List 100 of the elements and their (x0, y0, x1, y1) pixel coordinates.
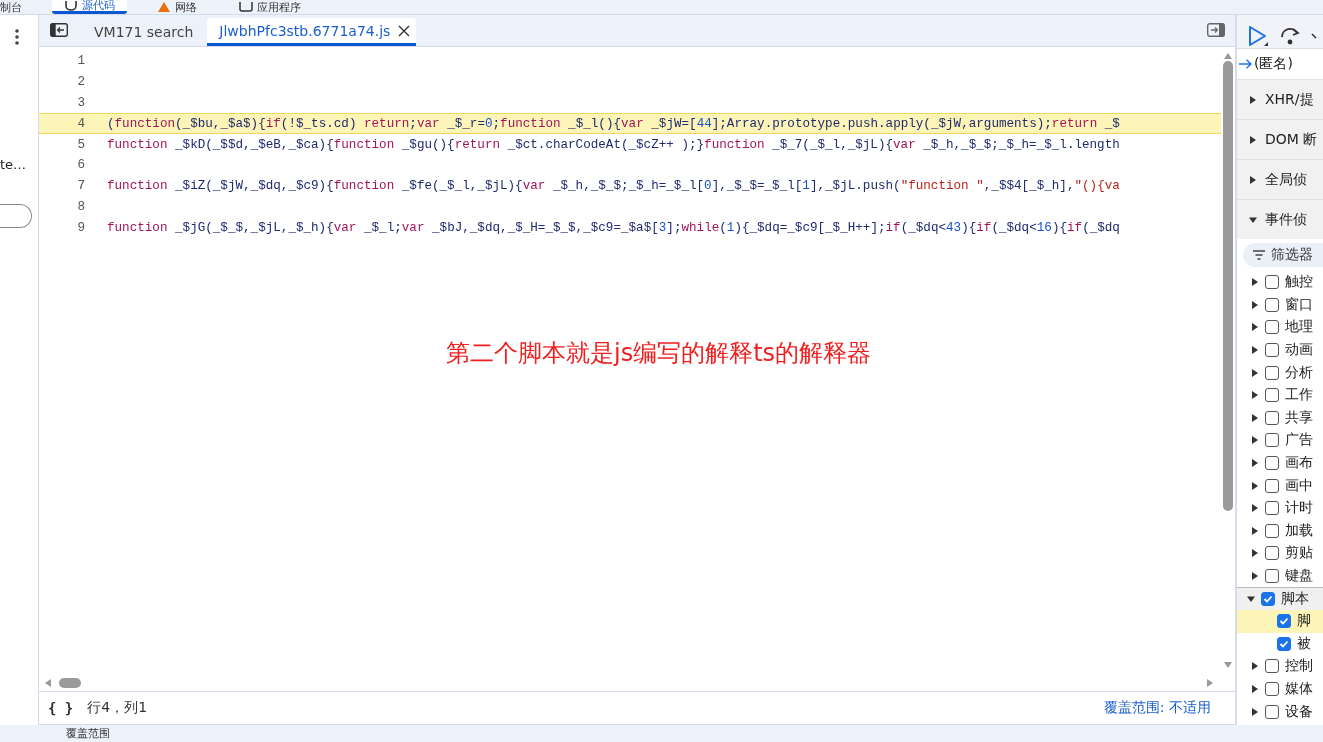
panel-tab[interactable]: 网络 (145, 0, 209, 14)
triangle-icon[interactable] (1251, 572, 1259, 580)
listener-label: 共享 (1285, 408, 1313, 427)
checkbox[interactable] (1265, 523, 1279, 538)
listener-item[interactable]: 脚本 (1237, 587, 1323, 610)
triangle-icon[interactable] (1251, 391, 1259, 400)
call-frame[interactable]: (匿名) (1237, 49, 1323, 79)
checkbox[interactable] (1265, 704, 1279, 719)
checkbox[interactable] (1265, 682, 1279, 696)
checkbox[interactable] (1265, 501, 1279, 516)
scrollbar-thumb[interactable] (1223, 61, 1233, 511)
triangle-icon[interactable] (1251, 662, 1259, 671)
checkbox[interactable] (1265, 433, 1279, 448)
panel-toggle-icon[interactable] (1207, 23, 1225, 37)
check-icon (1279, 638, 1289, 649)
listener-item[interactable]: 画中 (1237, 474, 1323, 497)
scroll-down-icon[interactable] (1224, 662, 1232, 668)
triangle-icon[interactable] (1247, 595, 1255, 604)
listener-item[interactable]: 触控 (1237, 271, 1323, 294)
checkbox[interactable] (1265, 365, 1279, 380)
drawer-tab[interactable]: 覆盖范围 (66, 727, 110, 740)
listener-item[interactable]: 工作 (1237, 383, 1323, 407)
triangle-icon[interactable] (1251, 526, 1259, 535)
listener-item[interactable]: 加载 (1237, 519, 1323, 543)
panel-tab[interactable]: 源代码 (52, 0, 127, 14)
checkbox[interactable] (1261, 592, 1275, 607)
listener-label: 脚 (1297, 612, 1311, 631)
listener-item[interactable]: 动画 (1237, 338, 1323, 362)
listener-label: 广告 (1285, 431, 1313, 450)
sidebar-toggle-icon[interactable] (50, 23, 68, 37)
triangle-icon[interactable] (1251, 368, 1259, 377)
listener-item[interactable]: 媒体 (1237, 677, 1323, 701)
triangle-icon[interactable] (1251, 481, 1259, 490)
checkbox[interactable] (1265, 320, 1279, 335)
triangle-icon[interactable] (1251, 346, 1259, 355)
listener-item[interactable]: 键盘 (1237, 564, 1323, 588)
triangle-icon[interactable] (1251, 707, 1259, 716)
scroll-left-icon[interactable] (45, 678, 51, 687)
checkbox[interactable] (1277, 636, 1291, 651)
listener-item[interactable]: 脚 (1237, 609, 1323, 633)
triangle-icon[interactable] (1251, 436, 1259, 445)
listener-item[interactable]: 共享 (1237, 406, 1323, 430)
listener-item[interactable]: 窗口 (1237, 293, 1323, 317)
panel-tab[interactable]: 应用程序 (227, 0, 313, 14)
triangle-icon[interactable] (1251, 300, 1259, 309)
listener-label: 画中 (1285, 476, 1313, 495)
section-header[interactable]: DOM 断 (1237, 119, 1323, 159)
more-menu-icon[interactable] (15, 29, 19, 45)
listener-label: 计时 (1285, 499, 1313, 518)
listener-item[interactable]: 计时 (1237, 496, 1323, 520)
triangle-icon[interactable] (1251, 323, 1259, 332)
triangle-icon[interactable] (1251, 685, 1259, 693)
listener-item[interactable]: 分析 (1237, 361, 1323, 384)
code-line: function _$jG(_$_$,_$jL,_$_h){var _$_l;var _$bJ,_$dq,_$_H=_$_$,_$c9=_$a$[3];while(1){_$dq=_$c9[_$_H++];if(_$dq<43){if(_$dq<16){if(_$dq (107, 220, 1120, 235)
listener-label: 窗口 (1285, 295, 1313, 314)
listener-item[interactable]: 控制 (1237, 655, 1323, 678)
triangle-icon[interactable] (1251, 504, 1259, 513)
scroll-right-icon[interactable] (1207, 678, 1213, 687)
checkbox[interactable] (1265, 456, 1279, 471)
listener-label: 地理 (1285, 318, 1313, 337)
cursor-position: 行4，列1 (87, 699, 148, 717)
line-number: 3 (76, 96, 86, 110)
checkbox[interactable] (1265, 388, 1279, 403)
triangle-icon[interactable] (1251, 413, 1259, 422)
close-icon[interactable] (398, 24, 411, 37)
section-header[interactable]: XHR/提 (1237, 79, 1323, 119)
listener-label: 被 (1297, 634, 1311, 653)
check-icon (1263, 594, 1273, 605)
coverage-link[interactable]: 覆盖范围: 不适用 (1103, 699, 1211, 717)
listener-item[interactable]: 剪贴 (1237, 542, 1323, 565)
checkbox[interactable] (1265, 275, 1279, 290)
checkbox[interactable] (1265, 659, 1279, 674)
listener-item[interactable]: 广告 (1237, 429, 1323, 452)
file-tab[interactable]: JlwbhPfc3stb.6771a74.js (207, 18, 417, 46)
triangle-icon[interactable] (1251, 278, 1259, 287)
listener-item[interactable]: 被 (1237, 632, 1323, 656)
section-header[interactable]: 事件侦 (1237, 199, 1323, 239)
filter-field[interactable]: 筛选器 (1243, 243, 1323, 267)
scroll-up-icon[interactable] (1224, 53, 1232, 59)
listener-label: 工作 (1285, 386, 1313, 405)
listener-item[interactable]: 地理 (1237, 316, 1323, 339)
checkbox[interactable] (1277, 614, 1291, 629)
checkbox[interactable] (1265, 569, 1279, 583)
checkbox[interactable] (1265, 343, 1279, 358)
listener-item[interactable]: 画布 (1237, 451, 1323, 475)
pretty-print-button[interactable]: { } (48, 700, 74, 716)
checkbox[interactable] (1265, 546, 1279, 561)
resume-icon[interactable] (1247, 24, 1269, 47)
scrollbar-thumb[interactable] (59, 677, 81, 688)
triangle-icon (1249, 95, 1257, 104)
section-header[interactable]: 全局侦 (1237, 159, 1323, 199)
listener-item[interactable]: 设备 (1237, 700, 1323, 723)
triangle-icon[interactable] (1251, 459, 1259, 468)
checkbox[interactable] (1265, 478, 1279, 493)
warning-icon (157, 2, 171, 12)
triangle-icon[interactable] (1251, 549, 1259, 558)
panel-tab[interactable]: 制台 (0, 0, 34, 14)
file-tab[interactable]: VM171 search (80, 18, 208, 46)
checkbox[interactable] (1265, 410, 1279, 425)
checkbox[interactable] (1265, 297, 1279, 312)
